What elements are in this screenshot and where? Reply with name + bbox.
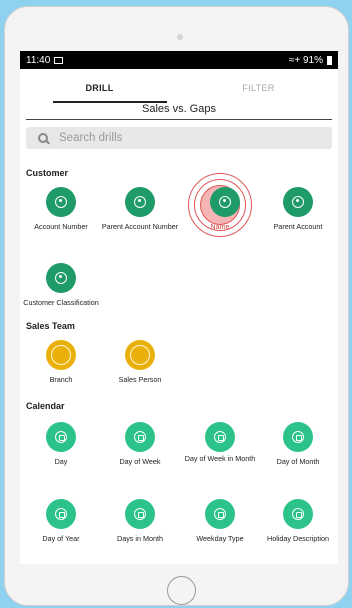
drill-item-label: Day of Month xyxy=(276,457,320,466)
person-search-icon xyxy=(46,187,76,217)
circle-icon xyxy=(125,340,155,370)
section-title-sales-team: Sales Team xyxy=(26,321,75,331)
drill-item-day-of-month[interactable]: Day of Month xyxy=(258,422,338,467)
drill-item-day-of-week[interactable]: Day of Week xyxy=(100,422,180,467)
status-time: 11:40 xyxy=(26,54,51,66)
search-bar[interactable]: Search drills xyxy=(26,127,332,149)
search-icon xyxy=(38,132,49,144)
drill-item-label: Parent Account xyxy=(273,222,323,231)
drill-item-label: Day of Week in Month xyxy=(184,454,256,463)
calendar-search-icon xyxy=(46,422,76,452)
drill-item-label: Weekday Type xyxy=(196,534,244,543)
drill-item-label: Sales Person xyxy=(118,375,162,384)
drill-item-day-of-year[interactable]: Day of Year xyxy=(21,499,101,544)
drill-item-label: Holiday Description xyxy=(267,534,329,543)
drill-item-parent-account[interactable]: Parent Account xyxy=(258,187,338,232)
drill-item-sales-person[interactable]: Sales Person xyxy=(100,340,180,385)
section-title-customer: Customer xyxy=(26,168,69,178)
calendar-search-icon xyxy=(125,422,155,452)
person-search-icon xyxy=(125,187,155,217)
calendar-search-icon xyxy=(46,499,76,529)
drill-item-label: Branch xyxy=(49,375,73,384)
calendar-search-icon xyxy=(205,499,235,529)
drill-item-label: Days in Month xyxy=(117,534,163,543)
drill-item-day[interactable]: Day xyxy=(21,422,101,467)
drill-item-holiday-description[interactable]: Holiday Description xyxy=(258,499,338,544)
search-input[interactable]: Search drills xyxy=(59,132,122,144)
home-button[interactable] xyxy=(167,576,196,605)
section-title-calendar: Calendar xyxy=(26,401,65,411)
status-indicators: ≈+ 91% xyxy=(288,54,323,66)
calendar-search-icon xyxy=(205,422,235,452)
drill-item-branch[interactable]: Branch xyxy=(21,340,101,385)
battery-icon xyxy=(327,55,332,65)
person-search-icon xyxy=(283,187,313,217)
person-search-icon xyxy=(46,263,76,293)
drill-item-label: Parent Account Number xyxy=(101,222,179,231)
drill-item-account-number[interactable]: Account Number xyxy=(21,187,101,232)
calendar-search-icon xyxy=(283,422,313,452)
drill-item-parent-account-number[interactable]: Parent Account Number xyxy=(100,187,180,232)
tab-bar: DRILL FILTER xyxy=(20,69,338,107)
active-tab-indicator xyxy=(53,101,167,103)
drill-item-name[interactable]: Name xyxy=(180,173,260,237)
calendar-search-icon xyxy=(283,499,313,529)
drill-item-label: Customer Classification xyxy=(23,298,99,307)
tab-filter[interactable]: FILTER xyxy=(179,69,338,107)
drill-item-label: Day of Week xyxy=(119,457,161,466)
drill-item-weekday-type[interactable]: Weekday Type xyxy=(180,499,260,544)
drill-item-customer-classification[interactable]: Customer Classification xyxy=(21,263,101,308)
status-bar: 11:40 ≈+ 91% xyxy=(20,51,338,69)
app-screen: 11:40 ≈+ 91% DRILL FILTER Sales vs. Gaps… xyxy=(20,51,338,564)
drill-item-label: Day xyxy=(54,457,68,466)
drill-item-days-in-month[interactable]: Days in Month xyxy=(100,499,180,544)
drill-item-day-of-week-in-month[interactable]: Day of Week in Month xyxy=(180,422,260,464)
camera-dot xyxy=(177,34,183,40)
calendar-search-icon xyxy=(125,499,155,529)
drill-item-label: Account Number xyxy=(34,222,88,231)
subtitle-divider xyxy=(26,119,332,120)
drill-item-label: Day of Year xyxy=(42,534,80,543)
circle-icon xyxy=(46,340,76,370)
image-notification-icon xyxy=(54,56,64,64)
person-search-icon xyxy=(210,187,240,217)
